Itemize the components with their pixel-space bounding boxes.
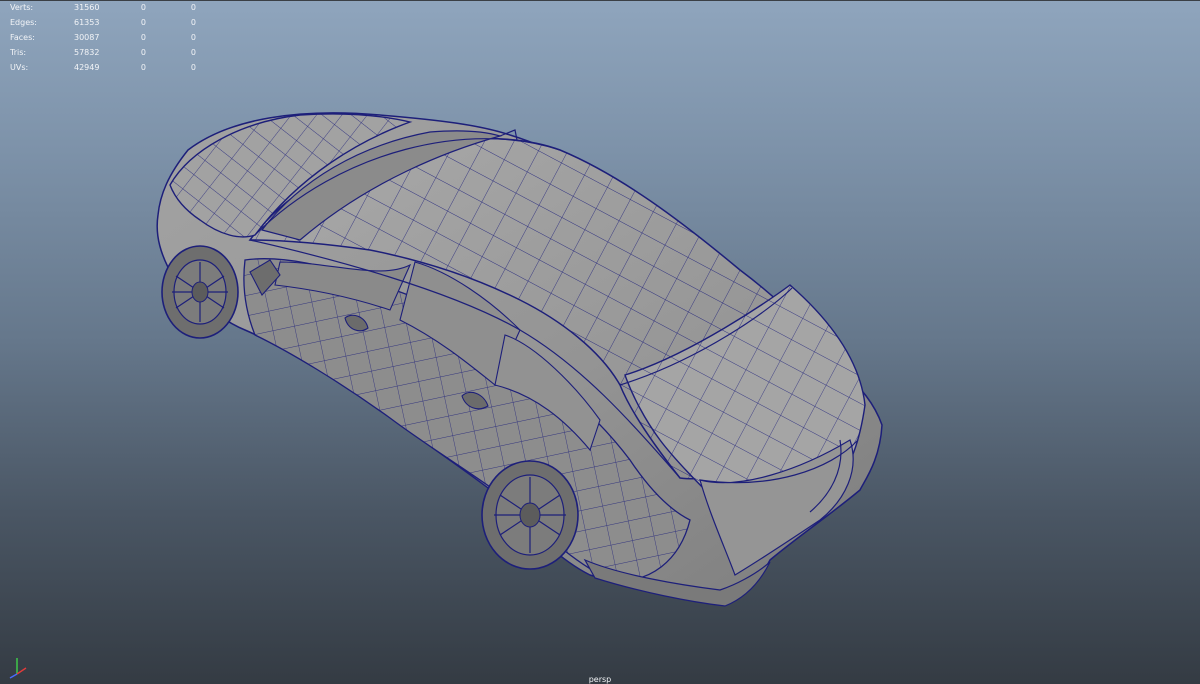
- axis-x-line: [16, 667, 27, 675]
- camera-name-label: persp: [588, 675, 612, 684]
- car-wireframe-model[interactable]: [0, 0, 1200, 684]
- front-wheel: [161, 245, 239, 339]
- rear-wheel: [481, 460, 579, 570]
- perspective-viewport[interactable]: Verts: 31560 0 0 Edges: 61353 0 0 Faces:…: [0, 0, 1200, 684]
